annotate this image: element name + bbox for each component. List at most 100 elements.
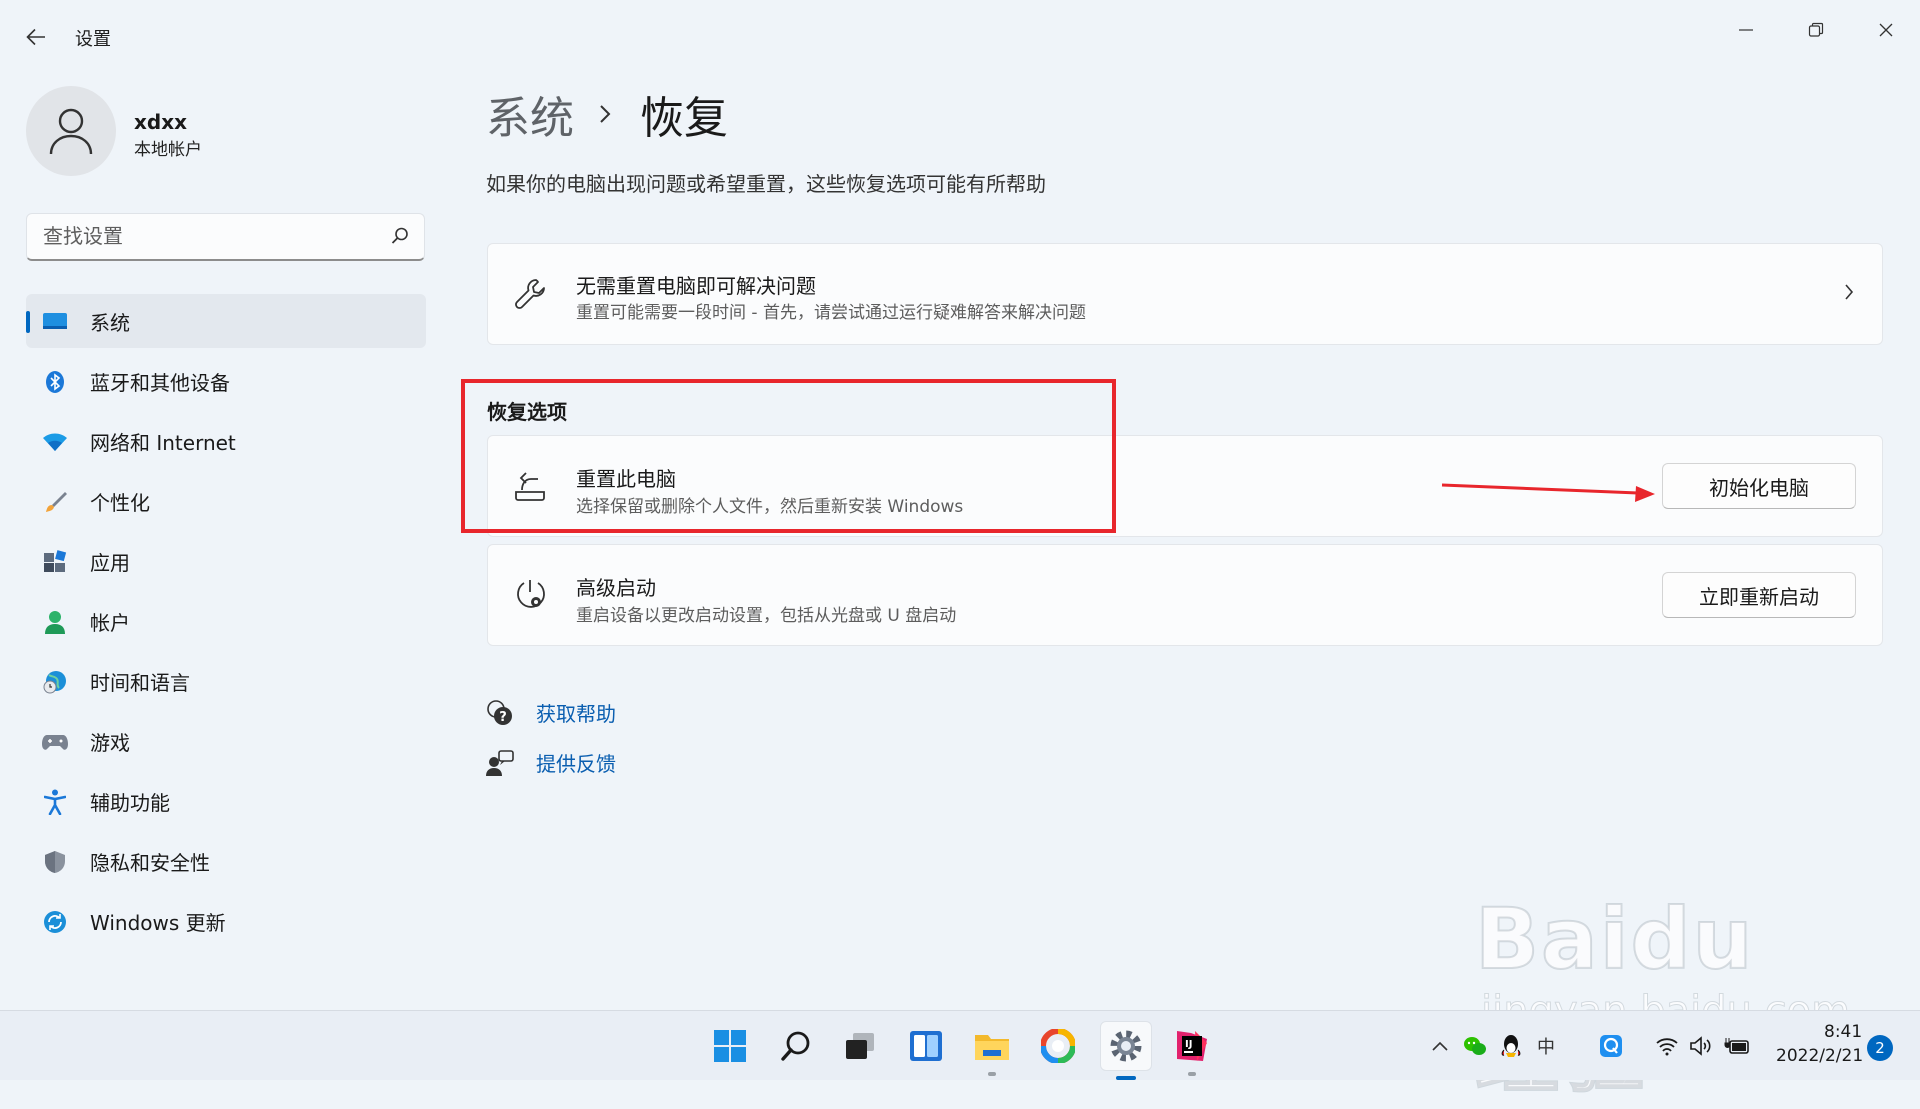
- notification-badge[interactable]: 2: [1867, 1035, 1893, 1061]
- clock-date[interactable]: 2022/2/21: [1776, 1046, 1863, 1066]
- volume-tray-icon[interactable]: [1688, 1033, 1714, 1059]
- gamepad-icon: [42, 729, 68, 755]
- person-icon: [49, 108, 93, 155]
- network-tray-icon[interactable]: [1654, 1033, 1680, 1059]
- wechat-icon: [1464, 1037, 1486, 1055]
- qq-browser-tray-icon[interactable]: [1598, 1033, 1624, 1059]
- chevron-right-icon: [1844, 283, 1854, 305]
- page-subtitle: 如果你的电脑出现问题或希望重置，这些恢复选项可能有所帮助: [486, 172, 1046, 196]
- accessibility-icon: [42, 789, 68, 815]
- advanced-startup-icon: [512, 577, 548, 613]
- apps-icon: [42, 549, 68, 575]
- sidebar-item-label: 帐户: [90, 610, 130, 635]
- arrow-left-icon: [26, 28, 45, 46]
- reset-pc-icon: [512, 468, 548, 504]
- intellij-button[interactable]: IJ: [1172, 1026, 1212, 1076]
- update-icon: [42, 909, 68, 935]
- windows-logo-icon: [714, 1030, 746, 1062]
- search-box[interactable]: [26, 213, 425, 261]
- wifi-icon: [1656, 1038, 1678, 1056]
- shield-icon: [42, 849, 68, 875]
- settings-taskbar-button[interactable]: [1100, 1021, 1152, 1080]
- running-indicator: [1188, 1072, 1196, 1076]
- sidebar-item-label: 系统: [90, 310, 130, 335]
- back-button[interactable]: [22, 24, 50, 50]
- active-indicator: [26, 311, 30, 333]
- help-chat-icon: ?: [486, 699, 514, 727]
- ime-indicator[interactable]: 中: [1533, 1033, 1559, 1059]
- sidebar-item-label: 蓝牙和其他设备: [90, 370, 230, 395]
- breadcrumb: 系统 恢复: [486, 82, 728, 146]
- folder-icon: [975, 1035, 1009, 1060]
- sidebar-item-label: Windows 更新: [90, 910, 226, 935]
- feedback-link[interactable]: 提供反馈: [486, 748, 616, 777]
- title-bar: 设置: [0, 0, 1920, 72]
- sidebar-item-accounts[interactable]: 帐户: [26, 594, 426, 648]
- clock-time[interactable]: 8:41: [1824, 1022, 1862, 1042]
- sidebar-item-label: 时间和语言: [90, 670, 190, 695]
- battery-plug-icon: [1724, 1038, 1749, 1054]
- task-view-icon: [846, 1033, 874, 1059]
- close-button[interactable]: [1856, 10, 1916, 50]
- power-tray-icon[interactable]: [1724, 1033, 1750, 1059]
- sidebar-item-accessibility[interactable]: 辅助功能: [26, 774, 426, 828]
- sidebar-item-label: 隐私和安全性: [90, 850, 210, 875]
- sidebar-item-label: 网络和 Internet: [90, 430, 236, 455]
- sidebar-item-system[interactable]: 系统: [26, 294, 426, 348]
- bluetooth-icon: [42, 369, 68, 395]
- baidu-watermark: Baidu经验 jingyan.baidu.com: [1474, 870, 1851, 1105]
- wechat-tray-icon[interactable]: [1462, 1033, 1488, 1059]
- chevron-up-icon: [1432, 1041, 1448, 1051]
- avatar[interactable]: [26, 86, 116, 176]
- user-name: xdxx: [134, 110, 188, 134]
- widgets-button[interactable]: [906, 1026, 946, 1066]
- speaker-icon: [1690, 1036, 1711, 1056]
- sidebar-item-apps[interactable]: 应用: [26, 534, 426, 588]
- browser-icon: [1041, 1029, 1075, 1063]
- page-title: 恢复: [640, 93, 728, 144]
- card-title: 无需重置电脑即可解决问题: [576, 274, 816, 298]
- taskbar: IJ 中 8:41 2022/2/21 2: [0, 1010, 1920, 1080]
- get-help-link[interactable]: ? 获取帮助: [486, 698, 616, 727]
- wrench-icon: [512, 276, 548, 312]
- sidebar-item-time-language[interactable]: 时间和语言: [26, 654, 426, 708]
- card-description: 选择保留或删除个人文件，然后重新安装 Windows: [576, 497, 964, 517]
- file-explorer-button[interactable]: [972, 1026, 1012, 1076]
- sidebar-item-gaming[interactable]: 游戏: [26, 714, 426, 768]
- link-label[interactable]: 提供反馈: [536, 748, 616, 777]
- app-title: 设置: [75, 29, 111, 50]
- svg-text:IJ: IJ: [1185, 1039, 1192, 1050]
- sidebar-item-bluetooth[interactable]: 蓝牙和其他设备: [26, 354, 426, 408]
- annotation-arrow: [1441, 483, 1655, 502]
- sidebar-item-personalization[interactable]: 个性化: [26, 474, 426, 528]
- restore-icon: [1808, 22, 1824, 37]
- minimize-button[interactable]: [1716, 10, 1776, 50]
- search-icon[interactable]: [390, 226, 410, 250]
- section-label: 恢复选项: [487, 400, 567, 424]
- qq-tray-icon[interactable]: [1498, 1033, 1524, 1059]
- running-indicator: [1116, 1076, 1136, 1080]
- reset-pc-button[interactable]: 初始化电脑: [1662, 463, 1856, 509]
- restart-now-button[interactable]: 立即重新启动: [1662, 572, 1856, 618]
- browser-button[interactable]: [1038, 1026, 1078, 1066]
- sidebar-item-network[interactable]: 网络和 Internet: [26, 414, 426, 468]
- task-view-button[interactable]: [840, 1026, 880, 1066]
- start-button[interactable]: [710, 1026, 750, 1066]
- card-description: 重启设备以更改启动设置，包括从光盘或 U 盘启动: [576, 606, 957, 626]
- minimize-icon: [1739, 29, 1753, 31]
- search-input[interactable]: [41, 214, 381, 258]
- fix-problems-card[interactable]: 无需重置电脑即可解决问题 重置可能需要一段时间 - 首先，请尝试通过运行疑难解答…: [487, 243, 1883, 345]
- taskbar-search-button[interactable]: [776, 1026, 816, 1066]
- sidebar-item-label: 游戏: [90, 730, 130, 755]
- link-label[interactable]: 获取帮助: [536, 698, 616, 727]
- restore-button[interactable]: [1786, 10, 1846, 50]
- account-type: 本地帐户: [134, 140, 202, 160]
- show-hidden-icons-button[interactable]: [1427, 1033, 1453, 1059]
- sidebar-item-windows-update[interactable]: Windows 更新: [26, 894, 426, 948]
- breadcrumb-parent[interactable]: 系统: [486, 82, 574, 146]
- sidebar-item-privacy[interactable]: 隐私和安全性: [26, 834, 426, 888]
- sidebar-nav: 系统 蓝牙和其他设备 网络和 Internet 个性化 应用 帐户 时间和语言 …: [26, 294, 426, 954]
- card-title: 高级启动: [576, 576, 656, 600]
- sidebar-item-label: 辅助功能: [90, 790, 170, 815]
- svg-text:?: ?: [499, 710, 507, 725]
